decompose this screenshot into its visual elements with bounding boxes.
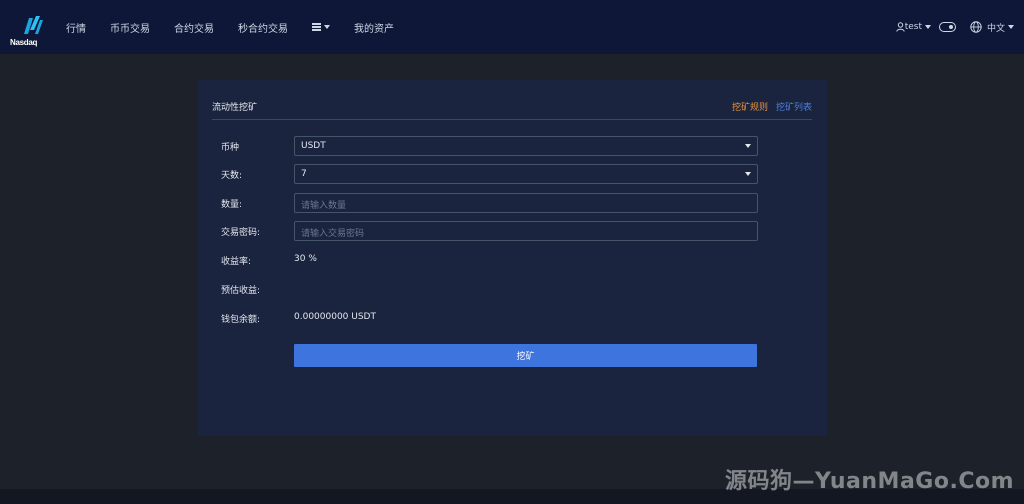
header-tools: test 中文 bbox=[895, 0, 1014, 54]
days-value: 7 bbox=[301, 169, 307, 179]
chevron-down-icon bbox=[1008, 25, 1014, 29]
days-row: 天数: 7 bbox=[221, 164, 761, 184]
list-icon bbox=[312, 23, 321, 31]
rate-label: 收益率: bbox=[221, 257, 252, 267]
chevron-down-icon bbox=[745, 172, 751, 176]
password-row: 交易密码: 请输入交易密码 bbox=[221, 221, 761, 241]
amount-label: 数量: bbox=[221, 200, 243, 210]
nav-market[interactable]: 行情 bbox=[66, 20, 86, 35]
user-menu[interactable]: test bbox=[895, 22, 931, 32]
user-icon bbox=[895, 22, 905, 32]
mining-rules-link[interactable]: 挖矿规则 bbox=[732, 100, 768, 113]
theme-toggle[interactable] bbox=[938, 22, 956, 32]
chevron-down-icon bbox=[745, 144, 751, 148]
days-select[interactable]: 7 bbox=[294, 164, 758, 184]
estimated-row: 预估收益: bbox=[221, 279, 761, 299]
nasdaq-logo[interactable]: Nasdaq bbox=[10, 12, 54, 47]
watermark: 源码狗—YuanMaGo.Com bbox=[725, 469, 1014, 494]
language-label: 中文 bbox=[986, 23, 1005, 34]
estimated-label: 预估收益: bbox=[221, 286, 261, 296]
mining-card: 流动性挖矿 挖矿规则 挖矿列表 币种 USDT 天数: 7 数量: 请输入数量 … bbox=[198, 80, 827, 436]
rate-value: 30 % bbox=[294, 254, 317, 264]
card-links: 挖矿规则 挖矿列表 bbox=[732, 100, 812, 113]
mining-list-link[interactable]: 挖矿列表 bbox=[776, 100, 812, 113]
chevron-down-icon bbox=[324, 25, 330, 29]
top-navbar: Nasdaq 行情 币币交易 合约交易 秒合约交易 我的资产 test 中文 bbox=[0, 0, 1024, 54]
password-label: 交易密码: bbox=[221, 228, 261, 238]
currency-value: USDT bbox=[301, 141, 326, 151]
logo-text: Nasdaq bbox=[10, 38, 38, 47]
nav-spot-trade[interactable]: 币币交易 bbox=[110, 20, 150, 35]
trade-password-input[interactable]: 请输入交易密码 bbox=[294, 221, 758, 241]
logo-icon bbox=[24, 16, 43, 34]
currency-label: 币种 bbox=[221, 143, 240, 153]
currency-select[interactable]: USDT bbox=[294, 136, 758, 156]
nav-more-menu[interactable] bbox=[312, 23, 330, 31]
main-nav: 行情 币币交易 合约交易 秒合约交易 我的资产 bbox=[66, 0, 418, 54]
amount-input[interactable]: 请输入数量 bbox=[294, 193, 758, 213]
globe-icon bbox=[970, 21, 982, 33]
mine-button[interactable]: 挖矿 bbox=[294, 344, 757, 367]
balance-row: 钱包余额: 0.00000000 USDT bbox=[221, 308, 761, 328]
amount-placeholder: 请输入数量 bbox=[301, 201, 347, 211]
currency-row: 币种 USDT bbox=[221, 136, 761, 156]
nav-my-assets[interactable]: 我的资产 bbox=[354, 20, 394, 35]
page-title: 流动性挖矿 bbox=[212, 103, 258, 113]
language-menu[interactable]: 中文 bbox=[970, 21, 1014, 34]
nav-contract-trade[interactable]: 合约交易 bbox=[174, 20, 214, 35]
amount-row: 数量: 请输入数量 bbox=[221, 193, 761, 213]
rate-row: 收益率: 30 % bbox=[221, 250, 761, 270]
days-label: 天数: bbox=[221, 171, 243, 181]
balance-value: 0.00000000 USDT bbox=[294, 312, 376, 322]
nav-second-contract[interactable]: 秒合约交易 bbox=[238, 20, 288, 35]
card-header: 流动性挖矿 挖矿规则 挖矿列表 bbox=[212, 96, 812, 120]
password-placeholder: 请输入交易密码 bbox=[301, 229, 365, 239]
chevron-down-icon bbox=[924, 25, 931, 29]
balance-label: 钱包余额: bbox=[221, 315, 261, 325]
username: test bbox=[904, 22, 922, 32]
